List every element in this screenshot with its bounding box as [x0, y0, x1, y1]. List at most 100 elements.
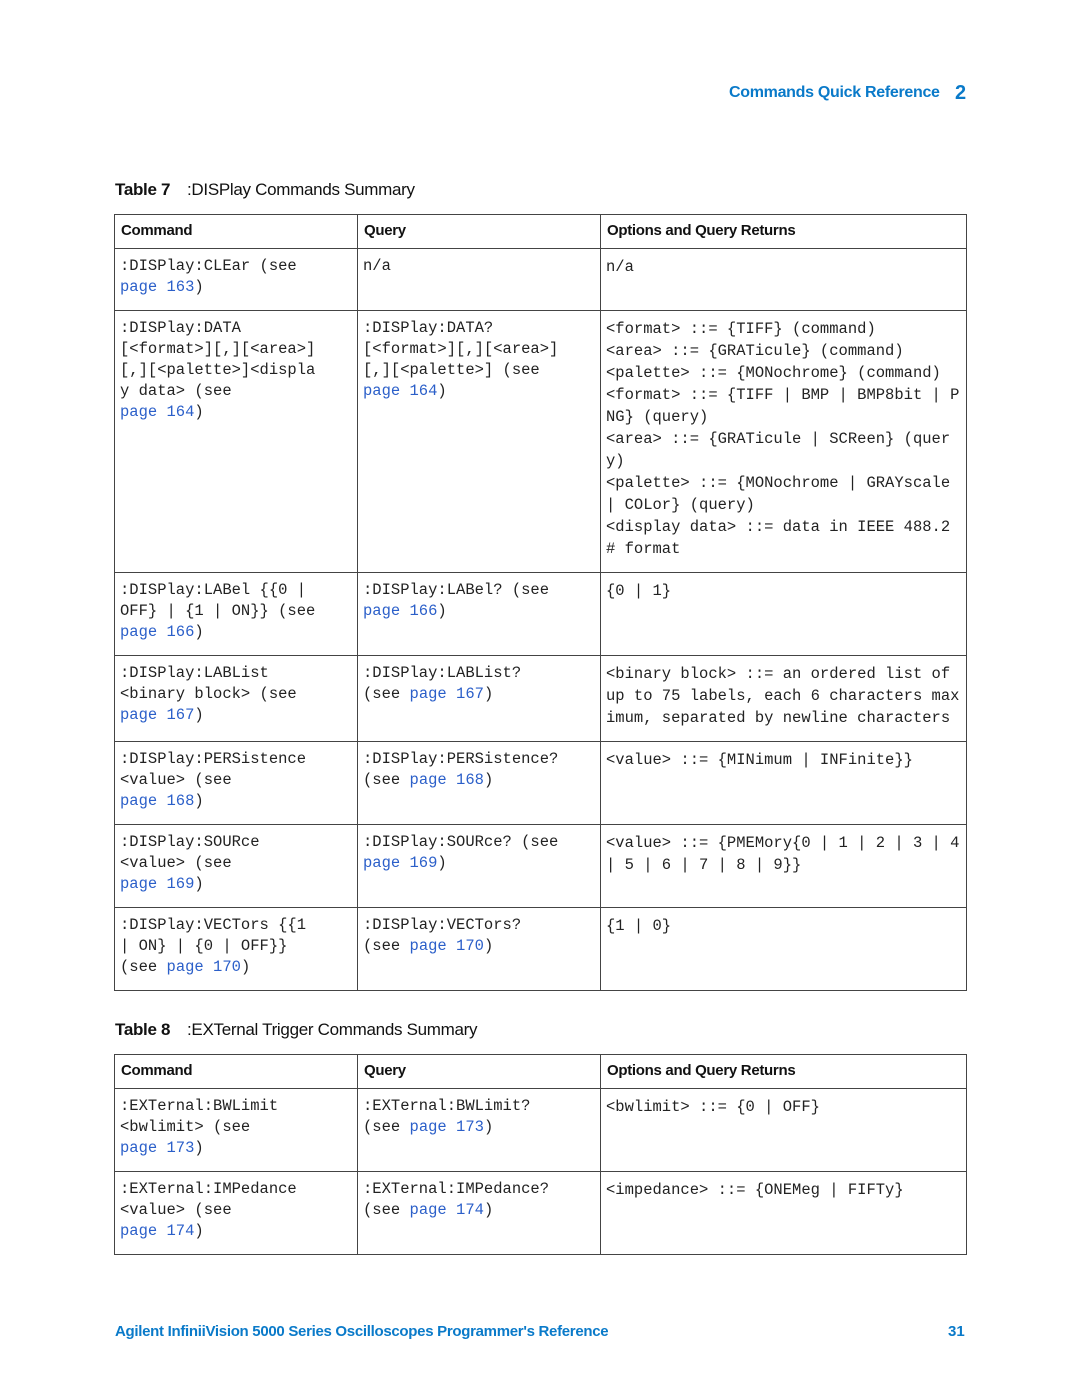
- command-cell: :DISPlay:LABel {{0 | OFF} | {1 | ON}} (se…: [114, 572, 358, 656]
- query-text-line: n/a: [363, 257, 391, 275]
- command-cell: :DISPlay:SOURce <value> (see page 169): [114, 824, 358, 908]
- query-cell: :DISPlay:SOURce? (see page 169): [357, 824, 601, 908]
- options-text-line: <area> ::= {GRATicule | SCReen} (query): [606, 430, 951, 470]
- query-reference-line: page 166): [363, 601, 595, 622]
- query-text-line: [,][<palette>] (see: [363, 361, 540, 379]
- page-link[interactable]: page 164: [363, 382, 437, 400]
- command-cell: :EXTernal:IMPedance <value> (see page 174): [114, 1171, 358, 1255]
- options-cell: {1 | 0}: [600, 907, 967, 991]
- query-text-line: :DISPlay:SOURce? (see: [363, 833, 559, 851]
- command-reference-line: page 166): [120, 622, 352, 643]
- query-cell: :DISPlay:LABList? (see page 167): [357, 655, 601, 742]
- page-link[interactable]: page 166: [120, 623, 194, 641]
- command-reference-suffix: ): [194, 403, 204, 421]
- command-reference-suffix: ): [194, 792, 204, 810]
- options-cell: n/a: [600, 248, 967, 311]
- page-link[interactable]: page 170: [167, 958, 241, 976]
- chapter-number: 2: [955, 82, 967, 104]
- table7-caption: Table 7 :DISPlay Commands Summary: [115, 180, 415, 200]
- query-text-line: :DISPlay:LABList?: [363, 664, 522, 682]
- column-header-command: Command: [114, 214, 358, 249]
- page-link[interactable]: page 173: [410, 1118, 484, 1136]
- table8-label: Table 8: [115, 1020, 171, 1039]
- table7-title: :DISPlay Commands Summary: [187, 180, 415, 199]
- page-link[interactable]: page 166: [363, 602, 437, 620]
- query-cell: n/a: [357, 248, 601, 311]
- table-row: :DISPlay:LABList <binary block> (see page …: [114, 655, 967, 742]
- query-reference-suffix: ): [483, 937, 494, 955]
- column-header-options: Options and Query Returns: [600, 214, 967, 249]
- command-reference-line: page 164): [120, 402, 352, 423]
- command-text-line: <value> (see: [120, 854, 232, 872]
- command-reference-line: page 173): [120, 1138, 352, 1159]
- page-link[interactable]: page 174: [120, 1222, 194, 1240]
- page-link[interactable]: page 164: [120, 403, 194, 421]
- query-reference-suffix: ): [483, 685, 494, 703]
- command-text-line: :DISPlay:PERSistence: [120, 750, 307, 768]
- query-reference-line: (see page 167): [363, 684, 595, 705]
- query-reference-suffix: ): [483, 1201, 494, 1219]
- table-row: :DISPlay:DATA [<format>][,][<area>] [,][<p…: [114, 310, 967, 573]
- query-cell: :DISPlay:PERSistence? (see page 168): [357, 741, 601, 825]
- query-reference-suffix: ): [483, 1118, 494, 1136]
- command-text-line: :EXTernal:BWLimit: [120, 1097, 279, 1115]
- command-reference-line: page 168): [120, 791, 352, 812]
- query-reference-suffix: ): [437, 602, 447, 620]
- table-header-row: Command Query Options and Query Returns: [114, 214, 967, 249]
- query-reference-line: (see page 168): [363, 770, 595, 791]
- query-text-line: :DISPlay:DATA?: [363, 319, 494, 337]
- command-text-line: :DISPlay:LABList: [120, 664, 269, 682]
- table-row: :DISPlay:LABel {{0 | OFF} | {1 | ON}} (se…: [114, 572, 967, 656]
- table-row: :DISPlay:PERSistence <value> (see page 168…: [114, 741, 967, 825]
- query-reference-line: (see page 174): [363, 1200, 595, 1221]
- query-cell: :DISPlay:VECTors? (see page 170): [357, 907, 601, 991]
- footer-page-number: 31: [948, 1323, 965, 1340]
- display-commands-table: Command Query Options and Query Returns …: [114, 214, 967, 991]
- options-text-line: <format> ::= {TIFF} (command): [606, 320, 876, 338]
- command-text-line: :DISPlay:VECTors {{1: [120, 916, 307, 934]
- options-text-line: <binary block> ::= an ordered list of up…: [606, 665, 960, 727]
- page-link[interactable]: page 167: [120, 706, 194, 724]
- command-text-line: :DISPlay:SOURce: [120, 833, 260, 851]
- page-link[interactable]: page 168: [120, 792, 194, 810]
- table-header-row: Command Query Options and Query Returns: [114, 1054, 967, 1089]
- options-cell: <impedance> ::= {ONEMeg | FIFTy}: [600, 1171, 967, 1255]
- command-reference-suffix: ): [194, 1222, 204, 1240]
- options-text-line: <palette> ::= {MONochrome | GRAYscale | …: [606, 474, 960, 514]
- query-text-line: :EXTernal:BWLimit?: [363, 1097, 531, 1115]
- table7-label: Table 7: [115, 180, 171, 199]
- page-link[interactable]: page 169: [120, 875, 194, 893]
- command-cell: :DISPlay:CLEar (see page 163): [114, 248, 358, 311]
- page-link[interactable]: page 173: [120, 1139, 194, 1157]
- command-reference-line: page 169): [120, 874, 352, 895]
- command-reference-line: page 167): [120, 705, 352, 726]
- command-text-line: :DISPlay:LABel {{0 |: [120, 581, 307, 599]
- command-reference-line: page 163): [120, 277, 352, 298]
- page-link[interactable]: page 163: [120, 278, 194, 296]
- options-text-line: {1 | 0}: [606, 917, 672, 935]
- query-reference-line: page 169): [363, 853, 595, 874]
- page-link[interactable]: page 174: [410, 1201, 484, 1219]
- page-link[interactable]: page 170: [410, 937, 484, 955]
- query-reference-prefix: (see: [363, 1118, 410, 1136]
- command-reference-suffix: ): [194, 1139, 204, 1157]
- table-row: :DISPlay:CLEar (see page 163) n/a n/a: [114, 248, 967, 311]
- page-link[interactable]: page 167: [410, 685, 484, 703]
- query-reference-suffix: ): [483, 771, 494, 789]
- table-row: :DISPlay:SOURce <value> (see page 169):DIS…: [114, 824, 967, 908]
- table-row: :DISPlay:VECTors {{1 | ON} | {0 | OFF}} (s…: [114, 907, 967, 991]
- query-reference-line: (see page 173): [363, 1117, 595, 1138]
- options-text-line: {0 | 1}: [606, 582, 672, 600]
- options-text-line: <format> ::= {TIFF | BMP | BMP8bit | PNG…: [606, 386, 960, 426]
- command-text-line: [,][<palette>]<displa: [120, 361, 316, 379]
- page-link[interactable]: page 168: [410, 771, 484, 789]
- options-text-line: n/a: [606, 258, 634, 276]
- page-link[interactable]: page 169: [363, 854, 437, 872]
- section-title: Commands Quick Reference: [729, 84, 940, 101]
- command-text-line: <value> (see: [120, 1201, 232, 1219]
- command-reference-line: (see page 170): [120, 957, 352, 978]
- column-header-query: Query: [357, 214, 601, 249]
- command-text-line: <bwlimit> (see: [120, 1118, 251, 1136]
- command-text-line: :EXTernal:IMPedance: [120, 1180, 297, 1198]
- command-text-line: :DISPlay:CLEar (see: [120, 257, 307, 275]
